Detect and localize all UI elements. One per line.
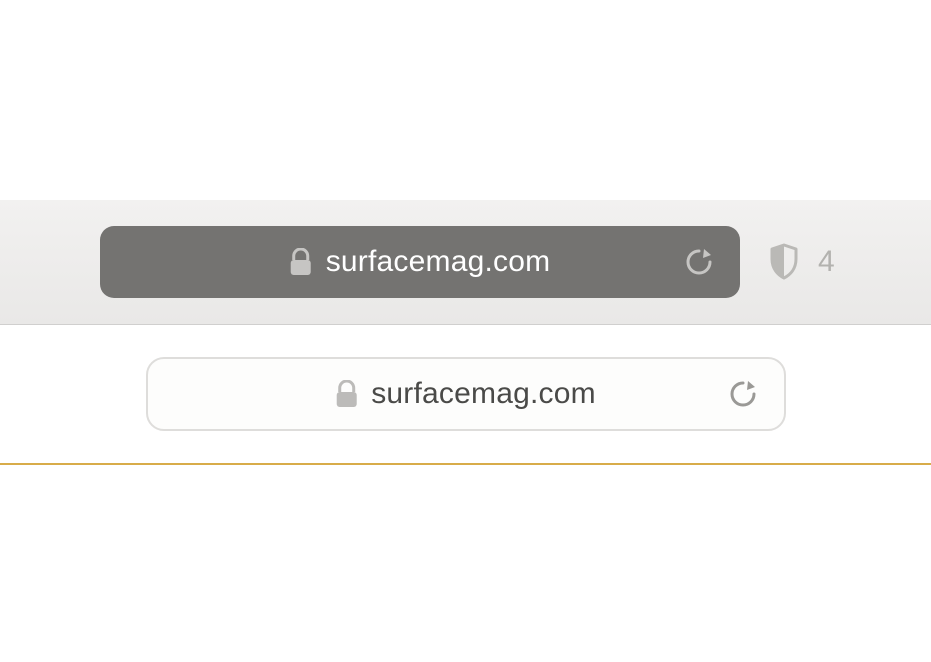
- url-text: surfacemag.com: [371, 377, 596, 411]
- lock-icon: [290, 248, 312, 276]
- lock-icon: [335, 380, 357, 408]
- address-bar-secondary[interactable]: surfacemag.com: [146, 357, 786, 431]
- page-header-region: surfacemag.com: [0, 325, 931, 465]
- privacy-report[interactable]: 4: [768, 243, 835, 281]
- address-bar-center: surfacemag.com: [290, 245, 551, 279]
- browser-toolbar: surfacemag.com 4: [0, 200, 931, 325]
- address-bar-center: surfacemag.com: [335, 377, 596, 411]
- reload-icon: [728, 378, 758, 410]
- address-bar-active[interactable]: surfacemag.com: [100, 226, 740, 298]
- reload-button[interactable]: [684, 246, 714, 278]
- reload-icon: [684, 246, 714, 278]
- blank-top-region: [0, 0, 931, 200]
- url-text: surfacemag.com: [326, 245, 551, 279]
- tracker-count: 4: [818, 245, 835, 279]
- shield-icon: [768, 243, 800, 281]
- reload-button[interactable]: [728, 378, 758, 410]
